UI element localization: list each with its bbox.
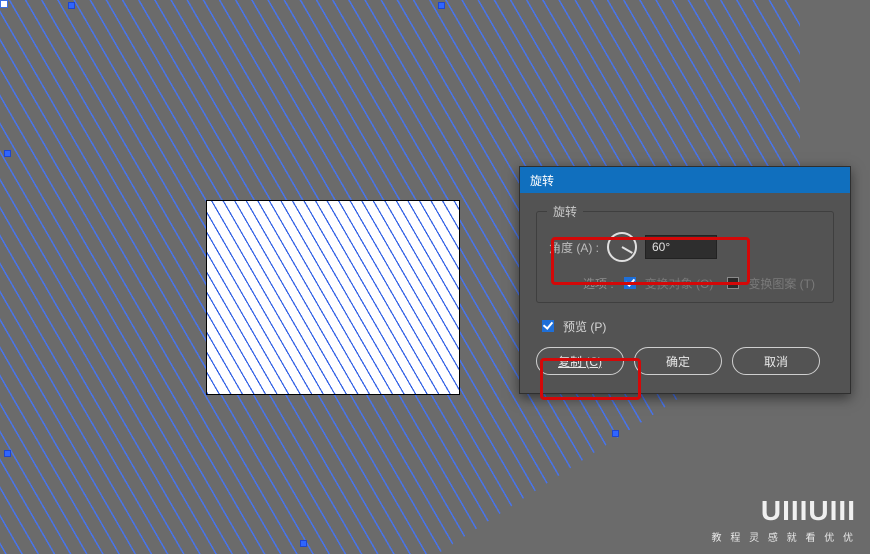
angle-label: 角度 (A) : xyxy=(549,239,599,256)
dialog-title: 旋转 xyxy=(530,172,554,189)
selection-handle[interactable] xyxy=(4,450,11,457)
watermark: UIIIUIII 教 程 灵 感 就 看 优 优 xyxy=(712,495,856,544)
dialog-body: 旋转 角度 (A) : 选项 : 变换对象 (O) 变换图案 (T) xyxy=(520,193,850,393)
dialog-button-row: 复制 (C) 确定 取消 xyxy=(536,347,834,375)
rotate-dialog: 旋转 旋转 角度 (A) : 选项 : 变换对象 (O) xyxy=(519,166,851,394)
selection-handle[interactable] xyxy=(438,2,445,9)
preview-label: 预览 (P) xyxy=(563,318,606,335)
transform-pattern-checkbox xyxy=(727,277,739,289)
transform-pattern-label: 变换图案 (T) xyxy=(748,275,815,292)
rotate-panel: 旋转 角度 (A) : 选项 : 变换对象 (O) 变换图案 (T) xyxy=(536,211,834,303)
copy-button[interactable]: 复制 (C) xyxy=(536,347,624,375)
dialog-titlebar[interactable]: 旋转 xyxy=(520,167,850,193)
selection-handle[interactable] xyxy=(612,430,619,437)
selection-handle[interactable] xyxy=(4,150,11,157)
transform-object-checkbox[interactable] xyxy=(624,277,636,289)
selection-handle[interactable] xyxy=(300,540,307,547)
watermark-tagline: 教 程 灵 感 就 看 优 优 xyxy=(712,529,856,544)
selection-handle[interactable] xyxy=(68,2,75,9)
angle-input[interactable] xyxy=(645,235,717,259)
angle-row: 角度 (A) : xyxy=(549,232,821,262)
transform-object-label: 变换对象 (O) xyxy=(645,275,714,292)
preview-checkbox[interactable] xyxy=(542,320,554,332)
diagonal-hatch-icon xyxy=(207,201,459,394)
app-canvas-area: 旋转 旋转 角度 (A) : 选项 : 变换对象 (O) xyxy=(0,0,870,554)
cancel-button[interactable]: 取消 xyxy=(732,347,820,375)
angle-dial-icon[interactable] xyxy=(607,232,637,262)
pattern-rectangle[interactable] xyxy=(206,200,460,395)
options-label: 选项 : xyxy=(583,275,614,292)
preview-row: 预览 (P) xyxy=(538,317,834,335)
watermark-logo: UIIIUIII xyxy=(712,495,856,527)
panel-title: 旋转 xyxy=(547,203,583,220)
options-row: 选项 : 变换对象 (O) 变换图案 (T) xyxy=(583,274,821,292)
ok-button[interactable]: 确定 xyxy=(634,347,722,375)
